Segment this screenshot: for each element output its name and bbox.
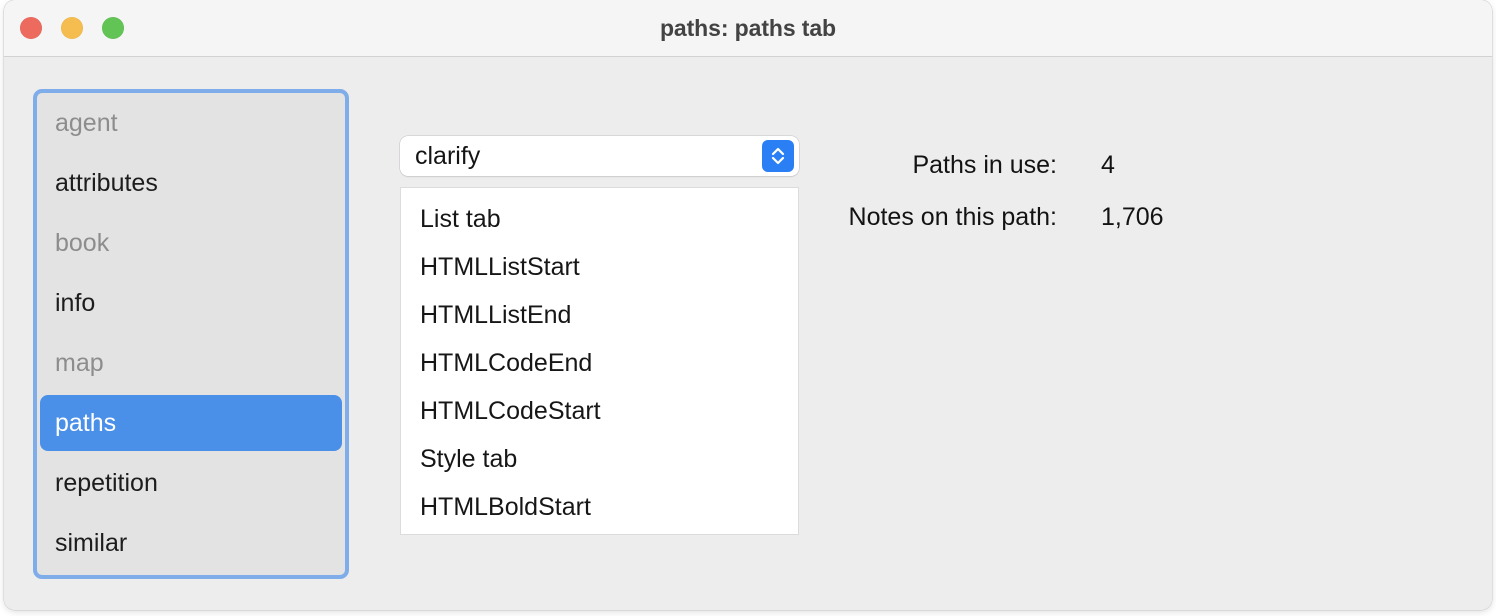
stat-label: Paths in use:: [912, 150, 1057, 179]
list-item[interactable]: HTMLCodeStart: [401, 387, 798, 435]
stat-row-notes-on-this-path: Notes on this path: 1,706: [804, 191, 1224, 243]
content-area: agent attributes book info map paths rep…: [4, 57, 1492, 610]
sidebar-list-inner: agent attributes book info map paths rep…: [37, 93, 345, 575]
sidebar-item-attributes[interactable]: attributes: [37, 153, 345, 213]
stat-label: Notes on this path:: [848, 202, 1057, 231]
sidebar-item-repetition[interactable]: repetition: [37, 453, 345, 513]
window-frame: paths: paths tab agent attributes book i…: [4, 0, 1492, 610]
list-item[interactable]: List tab: [401, 195, 798, 243]
list-item[interactable]: HTMLListEnd: [401, 291, 798, 339]
sidebar-item-label: agent: [55, 109, 118, 137]
sidebar-item-label: book: [55, 229, 110, 257]
sidebar-item-similar[interactable]: similar: [37, 513, 345, 573]
list-item[interactable]: HTMLCodeEnd: [401, 339, 798, 387]
sidebar-item-label: repetition: [55, 469, 158, 497]
chevron-up-down-icon[interactable]: [762, 140, 794, 172]
path-stats: Paths in use: 4 Notes on this path: 1,70…: [804, 139, 1224, 243]
path-popup-value: clarify: [415, 142, 481, 170]
sidebar-item-info[interactable]: info: [37, 273, 345, 333]
stat-value: 4: [1101, 150, 1115, 179]
list-item[interactable]: HTMLListStart: [401, 243, 798, 291]
window-title: paths: paths tab: [659, 15, 837, 41]
path-popup-button[interactable]: clarify: [400, 136, 799, 176]
path-items-listbox[interactable]: List tab HTMLListStart HTMLListEnd HTMLC…: [400, 187, 799, 535]
sidebar-item-label: attributes: [55, 169, 158, 197]
sidebar-item-paths[interactable]: paths: [37, 393, 345, 453]
sidebar-item-label: similar: [55, 529, 128, 557]
sidebar-item-map[interactable]: map: [37, 333, 345, 393]
stat-value: 1,706: [1101, 202, 1164, 231]
list-item[interactable]: HTMLBoldStart: [401, 483, 798, 531]
sidebar-item-agent[interactable]: agent: [37, 93, 345, 153]
sidebar-item-book[interactable]: book: [37, 213, 345, 273]
list-item[interactable]: Style tab: [401, 435, 798, 483]
sidebar-list[interactable]: agent attributes book info map paths rep…: [33, 89, 349, 579]
sidebar-item-label: paths: [55, 409, 117, 437]
titlebar: paths: paths tab: [4, 0, 1492, 57]
sidebar-item-label: info: [55, 289, 96, 317]
app-window: paths: paths tab agent attributes book i…: [0, 0, 1496, 616]
sidebar-item-label: map: [55, 349, 104, 377]
stat-row-paths-in-use: Paths in use: 4: [804, 139, 1224, 191]
